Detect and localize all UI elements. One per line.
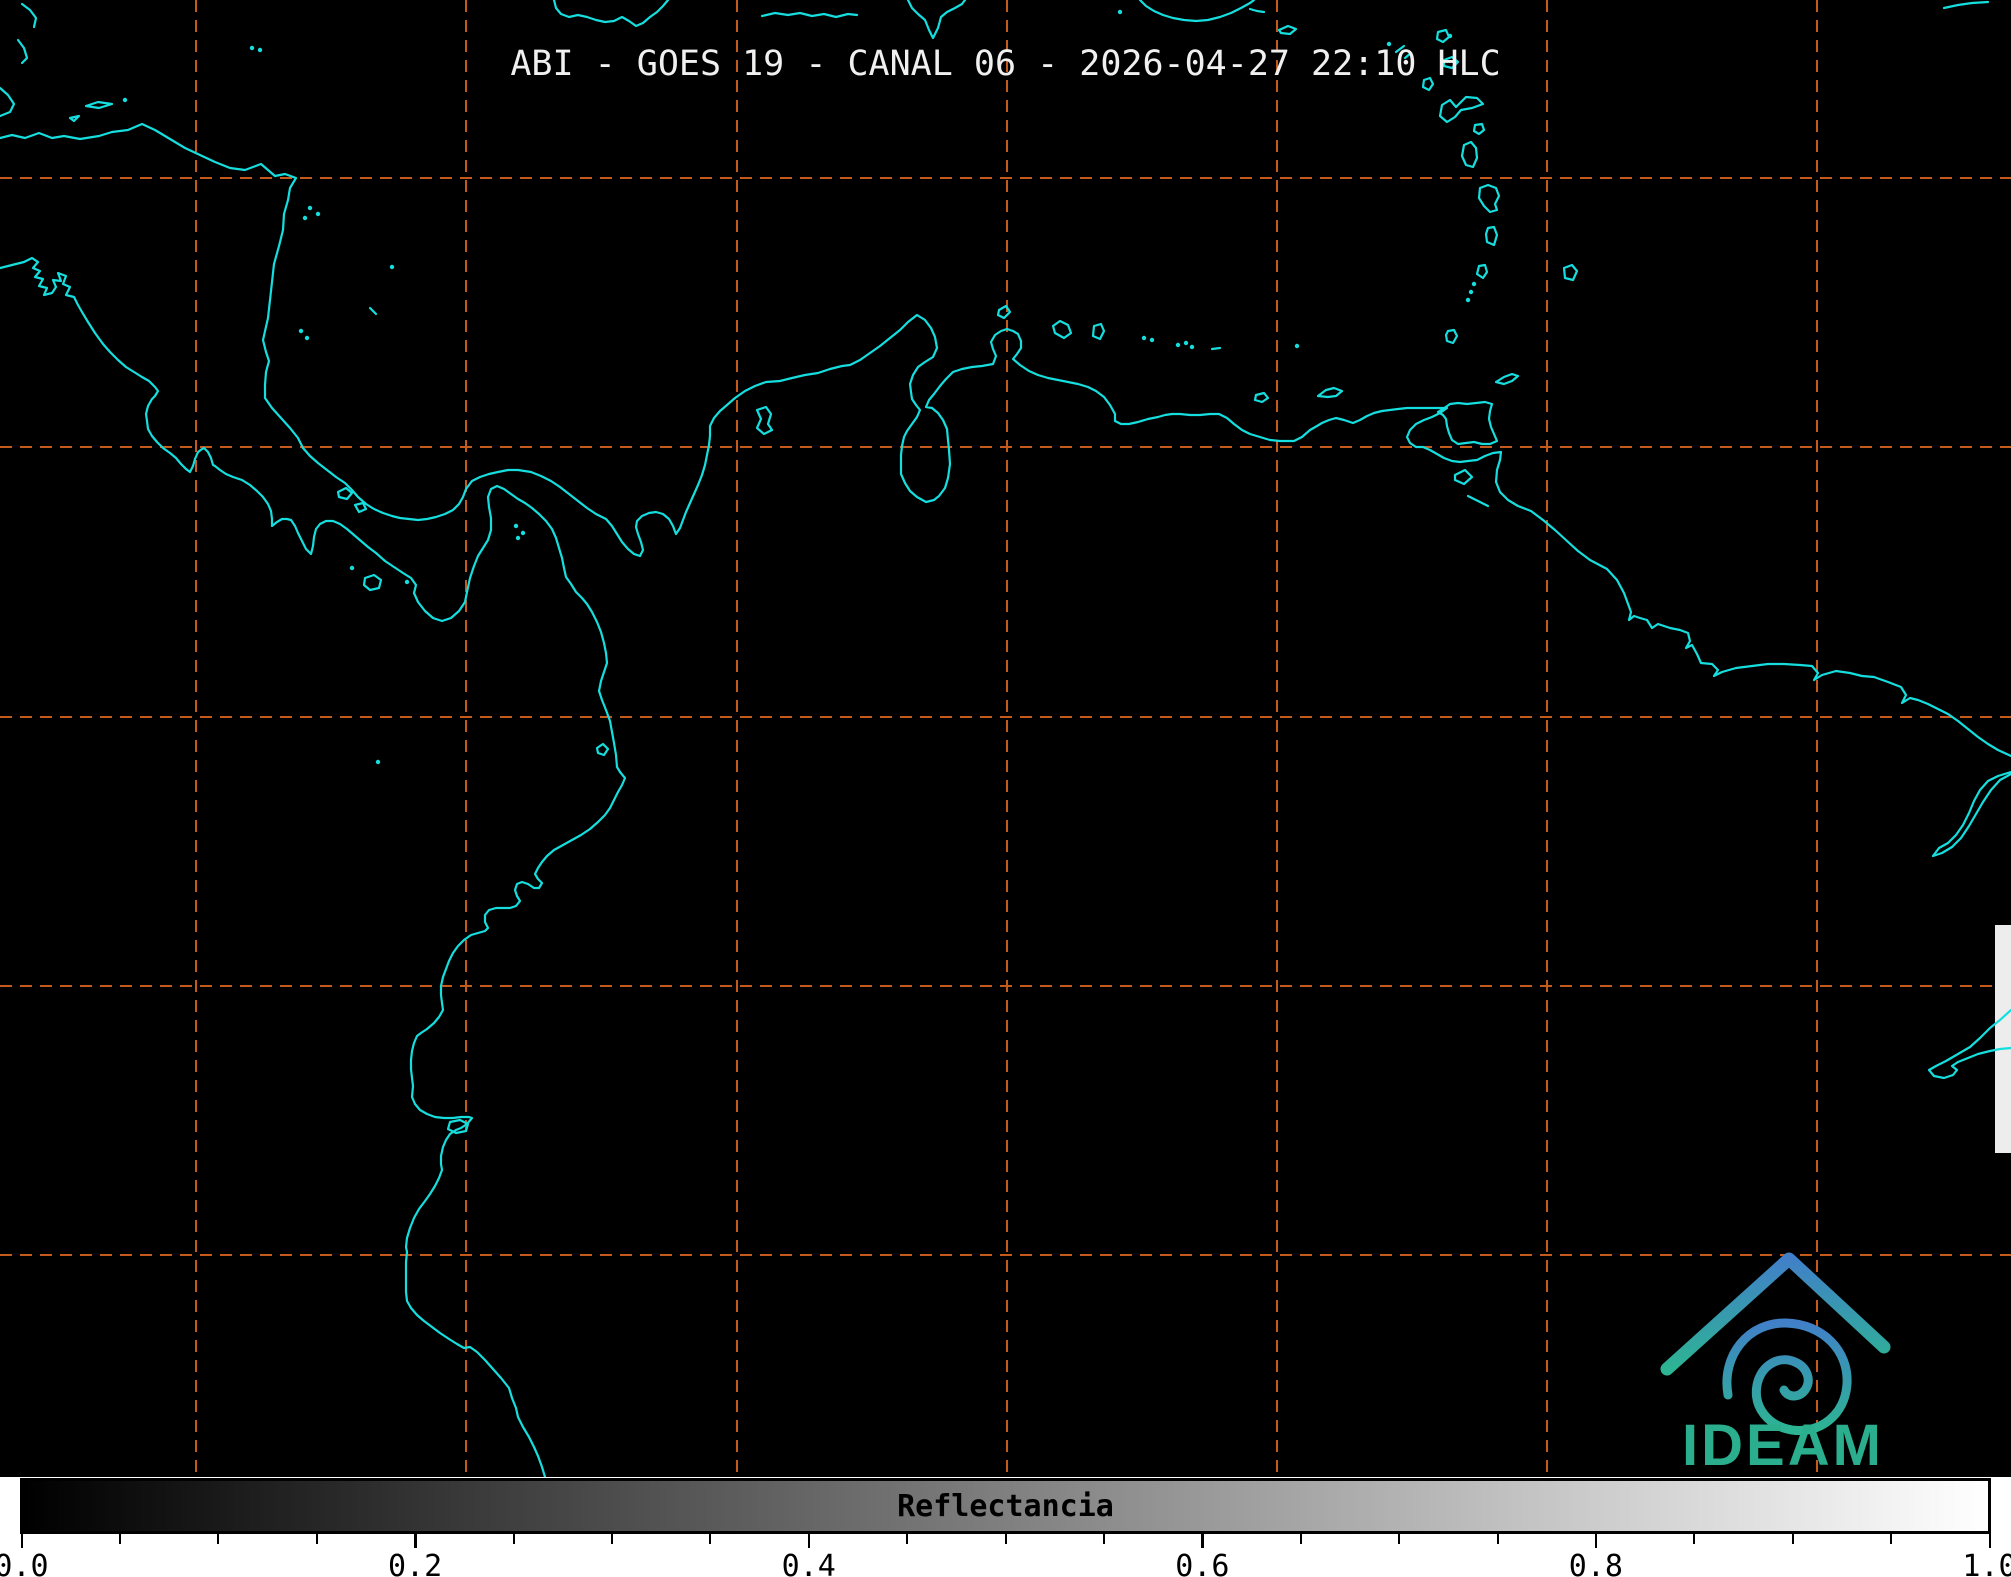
islet-dot — [1471, 281, 1477, 287]
colorbar-gradient: Reflectancia — [20, 1478, 1991, 1534]
orinoco-delta-channel-1-coastline — [1453, 468, 1474, 486]
colorbar-tick — [1890, 1534, 1893, 1544]
colorbar-tick — [512, 1534, 515, 1544]
st-croix-coastline — [1277, 24, 1298, 36]
islet-dot — [1468, 289, 1474, 295]
islet-dot — [349, 565, 355, 571]
bocas-del-toro-2-coastline — [353, 501, 368, 514]
bocas-del-toro-1-coastline — [336, 486, 354, 501]
islet-dot — [304, 335, 310, 341]
colorbar-tick-label: 0.8 — [1568, 1549, 1623, 1577]
colorbar-tick — [1398, 1534, 1401, 1544]
puerto-rico-south-coastline — [1138, 0, 1256, 23]
colorbar-tick — [1004, 1534, 1007, 1544]
coiba-coastline — [362, 573, 383, 592]
islet-dot — [404, 579, 410, 585]
islet-dot — [389, 264, 395, 270]
vieques-coastline — [1248, 7, 1266, 14]
colorbar-area: Reflectancia 0.0 0.2 0.4 0.6 0.8 1.0 — [0, 1477, 2011, 1577]
islet-dot — [302, 215, 308, 221]
la-orchila-coastline — [1210, 346, 1222, 351]
islet-dot — [1294, 343, 1300, 349]
colorbar-tick — [118, 1534, 121, 1544]
colorbar-tick — [709, 1534, 712, 1544]
sunglint-edge — [1995, 925, 2011, 1153]
san-andres-coastline — [368, 306, 378, 316]
cienaga-lagoon-coastline — [755, 405, 774, 436]
islet-dot — [1141, 335, 1147, 341]
colorbar-tick — [1988, 1534, 1991, 1548]
colorbar-tick — [217, 1534, 220, 1544]
colorbar-tick-label: 0.0 — [0, 1549, 49, 1577]
islet-dot — [1183, 340, 1189, 346]
curacao-coastline — [1051, 319, 1073, 340]
ideam-logo: IDEAM — [1653, 1243, 1913, 1478]
marie-galante-coastline — [1472, 122, 1486, 136]
colorbar-tick — [1496, 1534, 1499, 1544]
belize-cays-1-coastline — [20, 2, 38, 29]
colorbar-tick — [1693, 1534, 1696, 1544]
colorbar-tick-label: 0.2 — [388, 1549, 443, 1577]
colorbar-tick — [414, 1534, 417, 1548]
grenada-coastline — [1444, 328, 1459, 345]
ideam-logo-graphic: IDEAM — [1660, 1252, 1891, 1478]
guadeloupe-coastline — [1438, 95, 1485, 124]
colorbar-label: Reflectancia — [897, 1488, 1114, 1524]
aruba-coastline — [996, 304, 1012, 320]
colorbar-tick-label: 0.4 — [781, 1549, 836, 1577]
satellite-product: ABI - GOES 19 - CANAL 06 - 2026-04-27 22… — [0, 0, 2011, 1577]
barbuda-coastline — [1435, 28, 1451, 44]
islet-dot — [1175, 342, 1181, 348]
islet-dot — [513, 523, 519, 529]
image-title: ABI - GOES 19 - CANAL 06 - 2026-04-27 22… — [510, 44, 1501, 84]
islet-dot — [520, 530, 526, 536]
islet-dot — [375, 759, 381, 765]
islet-dot — [307, 205, 313, 211]
logo-roof-icon — [1660, 1252, 1891, 1376]
barbados-coastline — [1562, 263, 1579, 282]
guiana-edge-coastline — [1931, 770, 2011, 858]
orinoco-delta-channel-2-coastline — [1466, 494, 1490, 508]
amatique-bay-coastline — [0, 86, 16, 118]
colorbar-tick — [1299, 1534, 1302, 1544]
colorbar-tick — [610, 1534, 613, 1544]
colorbar-tick — [807, 1534, 811, 1548]
colorbar-tick — [1102, 1534, 1105, 1544]
islet-dot — [1465, 297, 1471, 303]
islet-dot — [122, 97, 128, 103]
colorbar-tick — [20, 1534, 23, 1548]
northeast-corner-fragment-coastline — [1942, 0, 1990, 10]
caribbean-mainland-coastline — [0, 122, 2011, 758]
islet-dot — [298, 328, 304, 334]
utila-coastline — [68, 114, 81, 123]
pacific-mainland-coastline — [0, 256, 627, 1477]
colorbar-tick — [906, 1534, 909, 1544]
la-tortuga-coastline — [1253, 391, 1270, 404]
pacific-estuary-coastline — [595, 742, 610, 757]
tiburon-peninsula-coastline — [760, 11, 859, 19]
colorbar-tick-label: 1.0 — [1962, 1549, 2011, 1577]
islet-dot — [1447, 33, 1453, 39]
st-lucia-coastline — [1484, 225, 1499, 247]
islet-dot — [1189, 344, 1195, 350]
tobago-coastline — [1494, 372, 1520, 386]
dominica-coastline — [1460, 140, 1479, 169]
colorbar-tick — [1594, 1534, 1598, 1548]
colorbar-tick — [1201, 1534, 1204, 1548]
jamaica-coastline — [552, 0, 670, 28]
islet-dot — [1149, 337, 1155, 343]
colorbar-tick-label: 0.6 — [1175, 1549, 1230, 1577]
margarita-coastline — [1316, 386, 1344, 399]
ideam-logo-text: IDEAM — [1682, 1413, 1884, 1473]
bonaire-coastline — [1091, 322, 1106, 341]
roatan-coastline — [84, 100, 114, 110]
islet-dot — [1117, 9, 1123, 15]
colorbar-tick — [1791, 1534, 1794, 1544]
islet-dot — [315, 211, 321, 217]
islet-dot — [515, 535, 521, 541]
st-vincent-coastline — [1475, 263, 1489, 280]
barahona-beata-coastline — [906, 0, 967, 40]
colorbar-tick — [315, 1534, 318, 1544]
martinique-coastline — [1477, 183, 1501, 214]
